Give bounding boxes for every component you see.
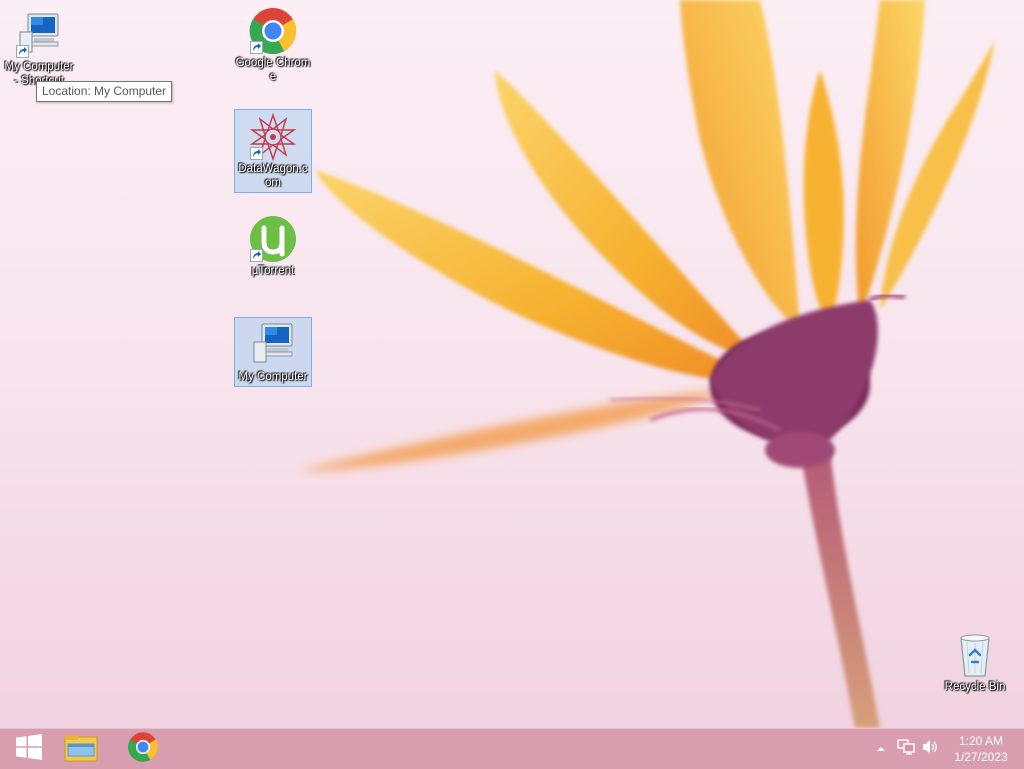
- shortcut-arrow-icon: [250, 147, 263, 160]
- desktop-icon-label: Google Chrome: [235, 57, 311, 83]
- shortcut-arrow-icon: [16, 45, 29, 58]
- file-explorer-icon: [64, 732, 98, 767]
- desktop-icon-label: Recycle Bin: [944, 681, 1006, 693]
- volume-icon: [921, 739, 939, 760]
- volume-tray-button[interactable]: [918, 729, 942, 769]
- desktop-icon-label: µTorrent: [251, 265, 295, 277]
- desktop-icon-label: DataWagon.com: [238, 163, 308, 189]
- network-icon: [897, 738, 915, 760]
- utorrent-icon: [248, 214, 298, 264]
- desktop-icon-google-chrome[interactable]: Google Chrome: [234, 4, 312, 84]
- desktop-icon-utorrent[interactable]: µTorrent: [234, 212, 312, 278]
- chevron-up-icon: [876, 740, 886, 758]
- desktop-icon-datawagon[interactable]: DataWagon.com: [234, 109, 312, 193]
- desktop-icon-label: My Computer: [238, 371, 308, 383]
- shortcut-arrow-icon: [250, 41, 263, 54]
- taskbar-file-explorer[interactable]: [52, 729, 110, 769]
- location-tooltip: Location: My Computer: [36, 81, 173, 102]
- desktop[interactable]: My Computer - Shortcut Google Chrome: [0, 0, 1024, 728]
- datawagon-icon: [248, 112, 298, 162]
- windows-logo-icon: [15, 733, 43, 765]
- taskbar-google-chrome[interactable]: [114, 729, 172, 769]
- shortcut-arrow-icon: [250, 249, 263, 262]
- taskbar: 1:20 AM 1/27/2023: [0, 728, 1024, 769]
- network-tray-button[interactable]: [894, 729, 918, 769]
- show-hidden-icons-button[interactable]: [872, 729, 890, 769]
- taskbar-clock[interactable]: 1:20 AM 1/27/2023: [946, 733, 1016, 765]
- clock-time: 1:20 AM: [958, 734, 1004, 748]
- start-button[interactable]: [0, 729, 58, 769]
- desktop-icon-recycle-bin[interactable]: Recycle Bin: [936, 628, 1014, 694]
- desktop-icon-my-computer[interactable]: My Computer: [234, 317, 312, 387]
- computer-icon: [14, 10, 64, 60]
- wallpaper-flower: [300, 0, 995, 728]
- chrome-icon: [248, 6, 298, 56]
- recycle-bin-icon: [950, 630, 1000, 680]
- desktop-icon-my-computer-shortcut[interactable]: My Computer - Shortcut: [0, 8, 78, 88]
- clock-date: 1/27/2023: [954, 750, 1008, 764]
- computer-icon: [248, 320, 298, 370]
- chrome-icon: [127, 731, 159, 768]
